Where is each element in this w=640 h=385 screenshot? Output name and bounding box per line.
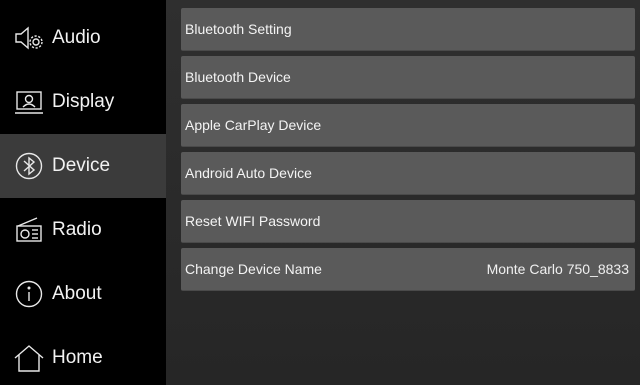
- sidebar-item-radio[interactable]: Radio: [0, 198, 166, 262]
- sidebar-item-audio[interactable]: Audio: [0, 6, 166, 70]
- settings-screen: Audio Display Device Radio About Home Bl…: [0, 0, 640, 385]
- row-label: Android Auto Device: [185, 165, 312, 181]
- sidebar-item-label: Audio: [52, 27, 101, 48]
- display-icon: [12, 87, 46, 117]
- home-icon: [12, 343, 46, 373]
- menu-row-android-auto-device[interactable]: Android Auto Device: [181, 152, 635, 195]
- menu-row-apple-carplay-device[interactable]: Apple CarPlay Device: [181, 104, 635, 147]
- sidebar-item-about[interactable]: About: [0, 262, 166, 326]
- menu-row-bluetooth-device[interactable]: Bluetooth Device: [181, 56, 635, 99]
- device-name-value: Monte Carlo 750_8833: [486, 261, 629, 277]
- sidebar-item-label: About: [52, 283, 102, 304]
- row-label: Apple CarPlay Device: [185, 117, 322, 133]
- audio-settings-icon: [12, 23, 46, 53]
- sidebar-item-display[interactable]: Display: [0, 70, 166, 134]
- menu-row-bluetooth-setting[interactable]: Bluetooth Setting: [181, 8, 635, 51]
- device-settings-panel: Bluetooth Setting Bluetooth Device Apple…: [166, 0, 640, 385]
- row-label: Reset WIFI Password: [185, 213, 321, 229]
- menu-row-reset-wifi-password[interactable]: Reset WIFI Password: [181, 200, 635, 243]
- sidebar-item-device[interactable]: Device: [0, 134, 166, 198]
- sidebar-item-label: Display: [52, 91, 115, 112]
- sidebar: Audio Display Device Radio About Home: [0, 0, 166, 385]
- sidebar-item-label: Radio: [52, 219, 102, 240]
- row-label: Bluetooth Setting: [185, 21, 292, 37]
- row-label: Change Device Name: [185, 261, 322, 277]
- menu-row-change-device-name[interactable]: Change Device Name Monte Carlo 750_8833: [181, 248, 635, 291]
- sidebar-item-label: Home: [52, 347, 103, 368]
- info-icon: [12, 279, 46, 309]
- sidebar-item-label: Device: [52, 155, 111, 176]
- radio-icon: [12, 215, 46, 245]
- bluetooth-icon: [12, 151, 46, 181]
- sidebar-item-home[interactable]: Home: [0, 326, 166, 385]
- row-label: Bluetooth Device: [185, 69, 291, 85]
